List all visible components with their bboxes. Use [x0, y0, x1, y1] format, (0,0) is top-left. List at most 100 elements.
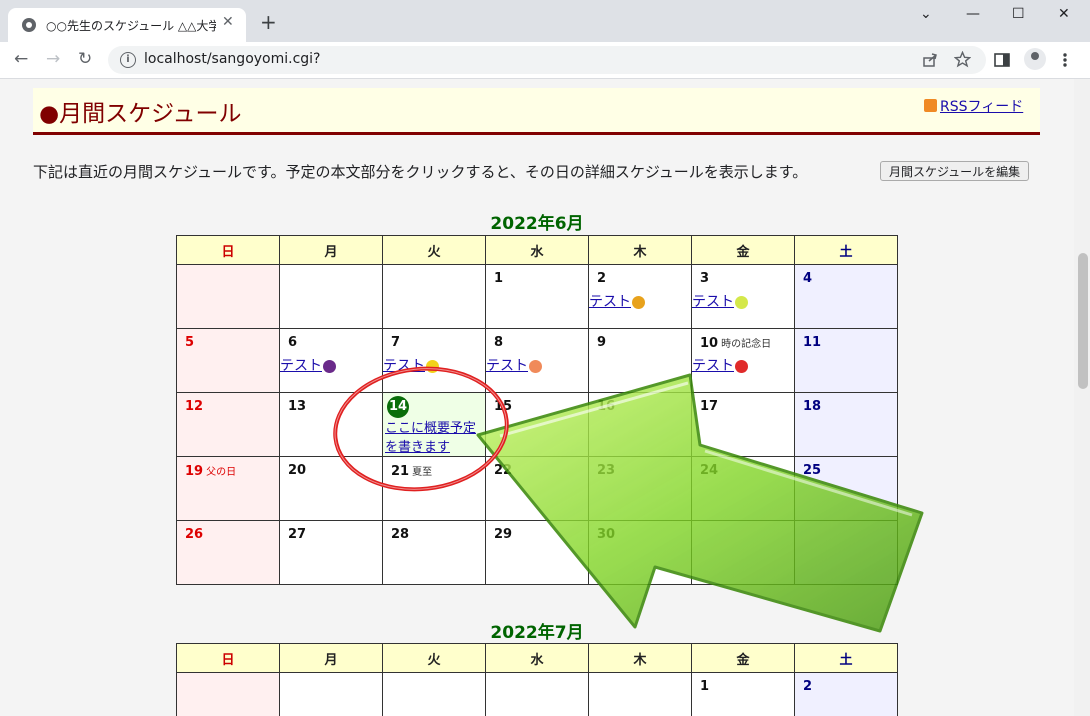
day-number-text: 19	[185, 464, 204, 479]
forward-button[interactable]: →	[46, 49, 60, 69]
event-text[interactable]: テスト	[692, 358, 734, 374]
tab-title: ○○先生のスケジュール △△大学☆	[46, 19, 216, 33]
calendar-day-cell: 1	[691, 672, 795, 716]
scrollbar-thumb[interactable]	[1078, 253, 1088, 389]
calendar-day-cell: 9	[588, 328, 692, 393]
day-number: 8	[494, 335, 503, 350]
calendar-empty-cell	[382, 672, 486, 716]
calendar-day-cell: 15	[485, 392, 589, 457]
event-link[interactable]: テスト	[486, 355, 542, 375]
calendar-day-cell: 17	[691, 392, 795, 457]
calendar-empty-cell	[691, 520, 795, 585]
info-icon[interactable]: i	[120, 52, 136, 68]
star-icon[interactable]	[954, 51, 971, 68]
weekday-header: 水	[485, 235, 589, 265]
day-number-text: 2	[803, 679, 813, 694]
share-icon[interactable]	[922, 52, 938, 68]
profile-icon[interactable]	[1024, 48, 1046, 70]
day-number: 28	[391, 527, 409, 542]
today-day-number: 14	[387, 396, 409, 418]
calendar-day-cell: 29	[485, 520, 589, 585]
calendar-day-cell: 14 ここに概要予定を書きます	[382, 392, 486, 457]
day-number-text: 13	[288, 399, 307, 414]
strawberry-icon	[735, 359, 748, 373]
day-number: 14	[387, 396, 409, 418]
day-number: 11	[803, 335, 821, 350]
calendar-day-cell: 16	[588, 392, 692, 457]
weekday-header: 金	[691, 235, 795, 265]
maximize-button[interactable]: ☐	[1012, 6, 1025, 22]
event-link[interactable]: テスト	[280, 355, 336, 375]
sidebar-icon[interactable]	[994, 52, 1010, 68]
day-number-text: 4	[803, 271, 813, 286]
calendar-empty-cell	[176, 264, 280, 329]
day-number-text: 26	[185, 527, 204, 542]
calendar-empty-cell	[382, 264, 486, 329]
event-text[interactable]: テスト	[589, 294, 631, 310]
day-number-text: 1	[494, 271, 504, 286]
url-text[interactable]: localhost/sangoyomi.cgi?	[144, 51, 321, 67]
edit-monthly-schedule-button[interactable]: 月間スケジュールを編集	[880, 161, 1030, 181]
event-text[interactable]: テスト	[692, 294, 734, 310]
event-link[interactable]: テスト	[383, 355, 439, 375]
calendar-day-cell: 30	[588, 520, 692, 585]
day-number: 10 時の記念日	[700, 335, 771, 351]
grape-icon	[323, 359, 336, 373]
calendar-day-cell: 25	[794, 456, 898, 521]
peach-icon	[529, 359, 542, 373]
new-tab-button[interactable]: +	[260, 12, 277, 32]
weekday-header: 木	[588, 235, 692, 265]
event-link[interactable]: テスト	[692, 291, 748, 311]
day-number-text: 25	[803, 463, 822, 478]
tab-close-icon[interactable]: ✕	[222, 14, 234, 30]
event-link[interactable]: ここに概要予定を書きます	[385, 419, 485, 457]
event-link[interactable]: テスト	[589, 291, 645, 311]
calendar-day-cell: 2	[794, 672, 898, 716]
day-number: 1	[700, 679, 709, 694]
day-number: 16	[597, 399, 615, 414]
day-number: 21 夏至	[391, 463, 432, 479]
day-number: 29	[494, 527, 512, 542]
month-title: 2022年6月	[490, 214, 584, 234]
event-text[interactable]: テスト	[486, 358, 528, 374]
day-number-text: 22	[494, 463, 513, 478]
day-number: 7	[391, 335, 400, 350]
weekday-header: 火	[382, 643, 486, 673]
day-number-text: 9	[597, 335, 607, 350]
event-text[interactable]: テスト	[383, 358, 425, 374]
day-number-text: 27	[288, 527, 307, 542]
calendar-empty-cell	[176, 672, 280, 716]
calendar-day-cell: 24	[691, 456, 795, 521]
page-header: ●月間スケジュール RSSフィード	[33, 88, 1040, 135]
day-number-text: 24	[700, 463, 719, 478]
day-number-text: 21	[391, 464, 410, 479]
address-bar[interactable]: i localhost/sangoyomi.cgi?	[108, 46, 986, 74]
weekday-header: 火	[382, 235, 486, 265]
calendar-empty-cell	[279, 672, 383, 716]
event-text[interactable]: テスト	[280, 358, 322, 374]
globe-icon	[22, 18, 36, 32]
calendar-empty-cell	[588, 672, 692, 716]
browser-tab[interactable]: ○○先生のスケジュール △△大学☆ ✕	[8, 8, 246, 42]
weekday-header: 月	[279, 235, 383, 265]
rss-feed-link[interactable]: RSSフィード	[940, 96, 1023, 116]
event-text[interactable]: ここに概要予定を書きます	[385, 421, 476, 455]
vertical-scrollbar[interactable]	[1074, 79, 1090, 716]
event-link[interactable]: テスト	[692, 355, 748, 375]
close-window-button[interactable]: ✕	[1058, 6, 1070, 22]
menu-icon[interactable]	[1062, 52, 1068, 68]
day-number-text: 28	[391, 527, 410, 542]
day-number-text: 3	[700, 271, 710, 286]
day-number: 20	[288, 463, 306, 478]
back-button[interactable]: ←	[14, 49, 28, 69]
reload-button[interactable]: ↻	[78, 49, 92, 69]
rss-icon[interactable]	[924, 99, 937, 112]
minimize-button[interactable]: —	[966, 6, 980, 22]
weekday-header: 土	[794, 643, 898, 673]
day-number-text: 2	[597, 271, 607, 286]
day-number: 2	[597, 271, 606, 286]
month-title: 2022年7月	[490, 623, 584, 643]
day-number: 30	[597, 527, 615, 542]
weekday-header: 木	[588, 643, 692, 673]
tab-search-icon[interactable]: ⌄	[920, 6, 932, 22]
